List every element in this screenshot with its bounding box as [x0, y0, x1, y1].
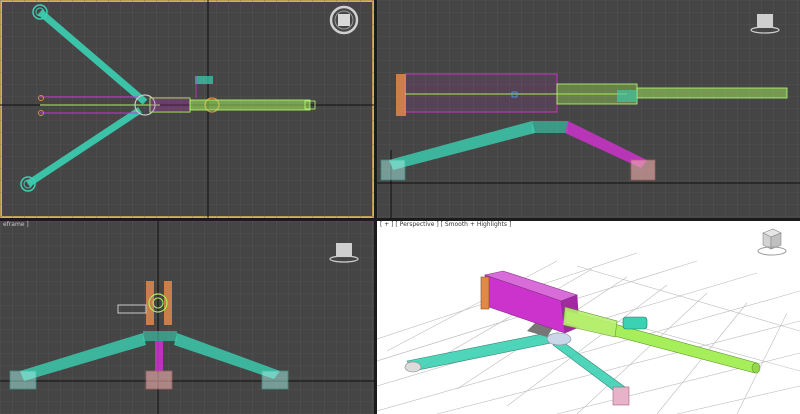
viewcube-icon[interactable] — [329, 5, 359, 35]
viewport-left-label[interactable]: eframe ] — [3, 221, 29, 228]
tripod-perspective — [404, 321, 630, 406]
perspective-view-canvas[interactable] — [377, 221, 800, 414]
perspective-grid — [377, 252, 800, 414]
viewport-divider-vertical[interactable] — [374, 0, 377, 414]
ammo-box — [195, 76, 213, 84]
grid — [0, 221, 374, 414]
top-view-canvas[interactable] — [0, 0, 374, 218]
front-view-canvas[interactable] — [377, 0, 800, 218]
viewport-left[interactable]: eframe ] — [0, 221, 374, 414]
grip — [396, 74, 406, 116]
viewport-perspective-label[interactable]: [ + ] [ Perspective ] [ Smooth + Highlig… — [380, 221, 511, 228]
viewport-front[interactable] — [377, 0, 800, 218]
viewcube-icon[interactable] — [757, 228, 787, 256]
barrel — [190, 100, 310, 110]
viewport-perspective[interactable]: [ + ] [ Perspective ] [ Smooth + Highlig… — [377, 221, 800, 414]
receiver — [405, 74, 557, 112]
viewport-layout: eframe ] [+] [Perspective] [Smooth … — [0, 0, 800, 414]
left-view-canvas[interactable] — [0, 221, 374, 414]
barrel — [637, 88, 787, 98]
viewport-top[interactable] — [0, 0, 374, 218]
